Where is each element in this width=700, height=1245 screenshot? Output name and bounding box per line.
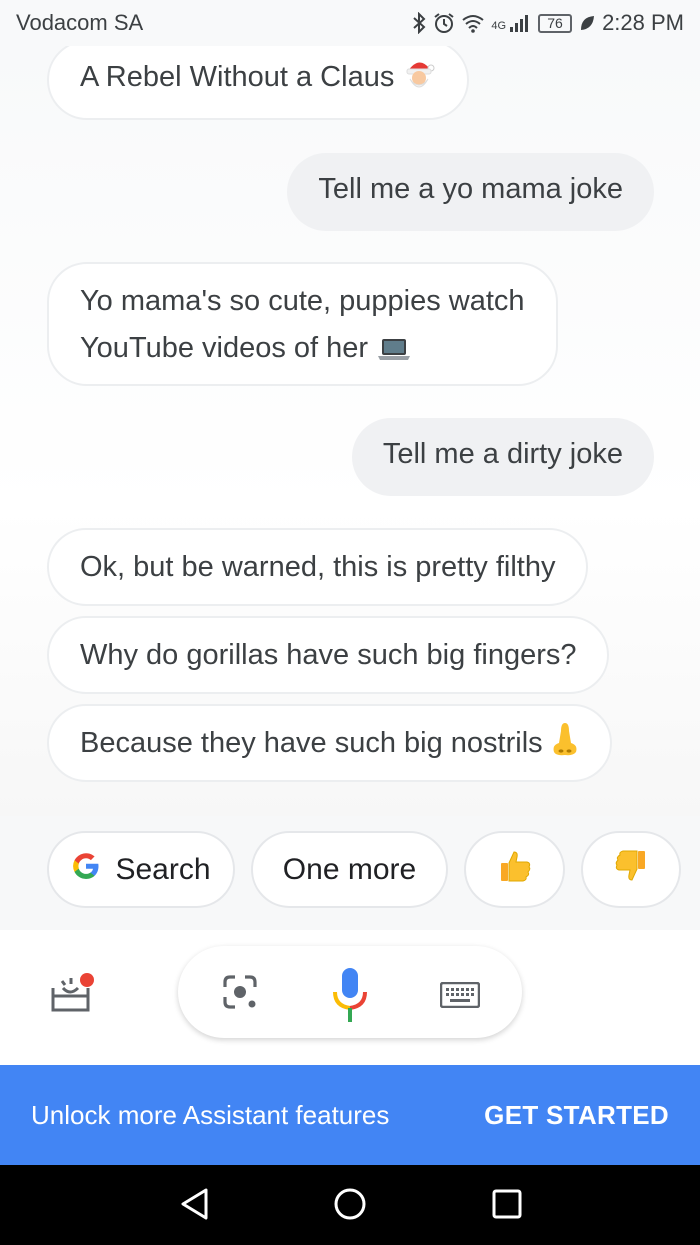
battery-level: 76 xyxy=(547,15,563,31)
assistant-message: A Rebel Without a Claus xyxy=(47,46,470,120)
assistant-message: Ok, but be warned, this is pretty filthy xyxy=(47,528,589,606)
user-message: Tell me a yo mama joke xyxy=(287,153,654,231)
navigation-bar xyxy=(0,1165,700,1245)
laptop-icon xyxy=(376,330,412,377)
thumbs-down-icon xyxy=(613,848,649,892)
leaf-icon xyxy=(579,14,595,32)
one-more-chip[interactable]: One more xyxy=(251,831,448,908)
nose-icon xyxy=(551,721,579,772)
thumbs-up-chip[interactable] xyxy=(464,831,565,908)
home-icon[interactable] xyxy=(333,1187,367,1226)
thumbs-up-icon xyxy=(497,848,533,892)
status-bar: Vodacom SA 4G 76 2:28 PM xyxy=(0,0,700,46)
assistant-message: Why do gorillas have such big fingers? xyxy=(47,616,610,694)
carrier-name: Vodacom SA xyxy=(16,10,144,35)
lens-icon[interactable] xyxy=(222,974,258,1015)
status-icons: 4G 76 2:28 PM xyxy=(412,10,684,36)
clock-time: 2:28 PM xyxy=(602,10,684,35)
banner-text: Unlock more Assistant features xyxy=(31,1099,390,1130)
search-chip-label: Search xyxy=(115,852,211,886)
assistant-input-bar xyxy=(178,946,522,1038)
assistant-message: Because they have such big nostrils xyxy=(47,704,612,782)
search-chip[interactable]: Search xyxy=(47,831,235,908)
keyboard-icon[interactable] xyxy=(439,981,481,1013)
one-more-chip-label: One more xyxy=(282,852,417,886)
santa-icon xyxy=(402,57,436,106)
explore-icon[interactable] xyxy=(50,970,96,1021)
user-message: Tell me a dirty joke xyxy=(351,418,654,496)
conversation[interactable]: A Rebel Without a Claus Tell me a yo mam… xyxy=(0,46,700,816)
back-icon[interactable] xyxy=(178,1187,212,1226)
suggestion-chips: Search One more xyxy=(0,831,700,911)
assistant-message: Yo mama's so cute, puppies watch YouTube… xyxy=(47,262,558,386)
signal-icon xyxy=(509,13,531,33)
get-started-button[interactable]: GET STARTED xyxy=(484,1100,669,1131)
microphone-icon[interactable] xyxy=(328,966,372,1029)
recents-icon[interactable] xyxy=(490,1187,524,1226)
input-area xyxy=(0,930,700,1065)
wifi-icon xyxy=(462,13,484,33)
bluetooth-icon xyxy=(412,12,426,34)
google-g-icon xyxy=(71,851,101,889)
alarm-icon xyxy=(433,12,455,34)
network-type-label: 4G xyxy=(491,20,507,32)
upgrade-banner: Unlock more Assistant features GET START… xyxy=(0,1065,700,1165)
battery-icon: 76 xyxy=(538,13,573,33)
thumbs-down-chip[interactable] xyxy=(581,831,681,908)
